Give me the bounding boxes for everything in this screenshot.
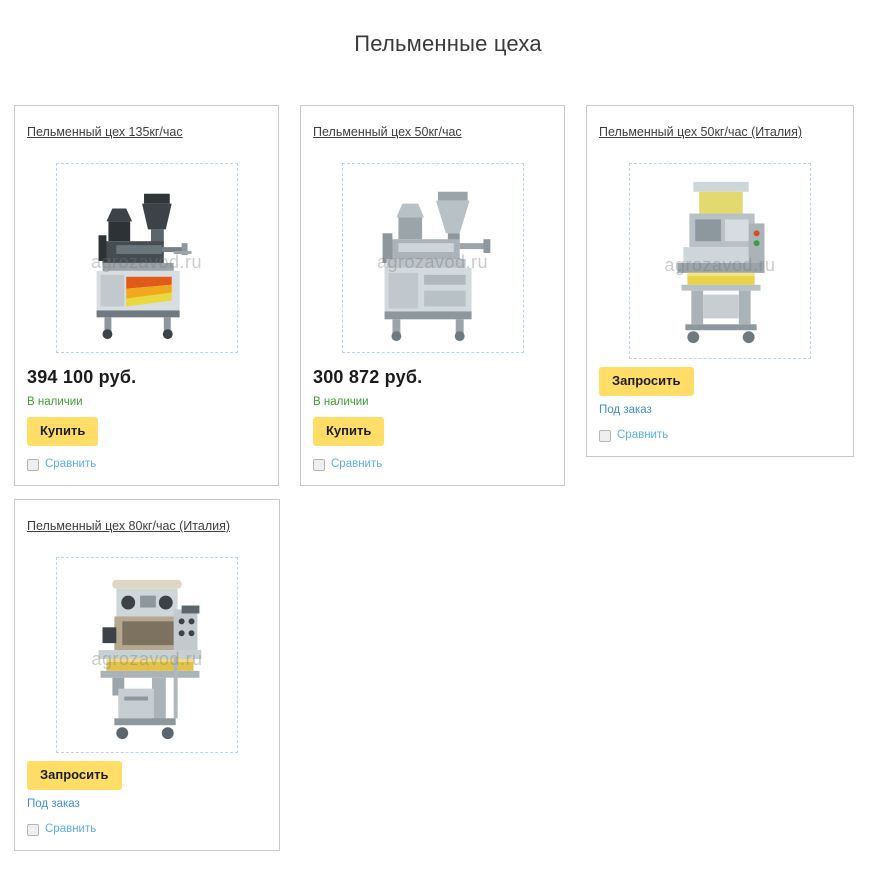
product-title-link[interactable]: Пельменный цех 135кг/час: [27, 124, 183, 140]
compare-row[interactable]: Сравнить: [313, 458, 552, 471]
product-image[interactable]: agrozavod.ru: [629, 163, 811, 359]
compare-checkbox[interactable]: [599, 430, 611, 442]
compare-label[interactable]: Сравнить: [45, 823, 96, 836]
compare-checkbox[interactable]: [27, 824, 39, 836]
compare-label[interactable]: Сравнить: [45, 458, 96, 471]
product-price: 394 100 руб.: [27, 367, 266, 388]
compare-label[interactable]: Сравнить: [617, 429, 668, 442]
product-image[interactable]: agrozavod.ru: [56, 557, 238, 753]
compare-checkbox[interactable]: [313, 459, 325, 471]
product-availability: В наличии: [27, 395, 266, 409]
product-card[interactable]: Пельменный цех 50кг/час (Италия): [586, 105, 854, 457]
product-availability: В наличии: [313, 395, 552, 409]
product-availability: Под заказ: [599, 403, 841, 417]
product-availability: Под заказ: [27, 797, 267, 811]
request-button[interactable]: Запросить: [599, 367, 694, 396]
machine-illustration-icon: [343, 164, 523, 352]
product-image[interactable]: agrozavod.ru: [342, 163, 524, 353]
product-grid: Пельменный цех 135кг/час: [14, 105, 854, 864]
product-title-link[interactable]: Пельменный цех 50кг/час (Италия): [599, 124, 802, 140]
machine-illustration-icon: [57, 558, 237, 752]
product-grid-row: Пельменный цех 135кг/час: [14, 105, 854, 486]
buy-button[interactable]: Купить: [313, 417, 384, 446]
product-card[interactable]: Пельменный цех 50кг/час: [300, 105, 565, 486]
product-image[interactable]: agrozavod.ru: [56, 163, 238, 353]
request-button[interactable]: Запросить: [27, 761, 122, 790]
product-grid-row: Пельменный цех 80кг/час (Италия): [14, 499, 854, 851]
machine-illustration-icon: [630, 164, 810, 358]
product-title-link[interactable]: Пельменный цех 80кг/час (Италия): [27, 518, 230, 534]
catalog-page: Пельменные цеха Пельменный цех 135кг/час: [0, 0, 896, 870]
product-title-link[interactable]: Пельменный цех 50кг/час: [313, 124, 462, 140]
compare-row[interactable]: Сравнить: [599, 429, 841, 442]
compare-label[interactable]: Сравнить: [331, 458, 382, 471]
compare-row[interactable]: Сравнить: [27, 823, 267, 836]
compare-checkbox[interactable]: [27, 459, 39, 471]
buy-button[interactable]: Купить: [27, 417, 98, 446]
product-card[interactable]: Пельменный цех 135кг/час: [14, 105, 279, 486]
product-card[interactable]: Пельменный цех 80кг/час (Италия): [14, 499, 280, 851]
product-price: 300 872 руб.: [313, 367, 552, 388]
machine-illustration-icon: [57, 164, 237, 352]
page-title: Пельменные цеха: [0, 0, 896, 58]
compare-row[interactable]: Сравнить: [27, 458, 266, 471]
